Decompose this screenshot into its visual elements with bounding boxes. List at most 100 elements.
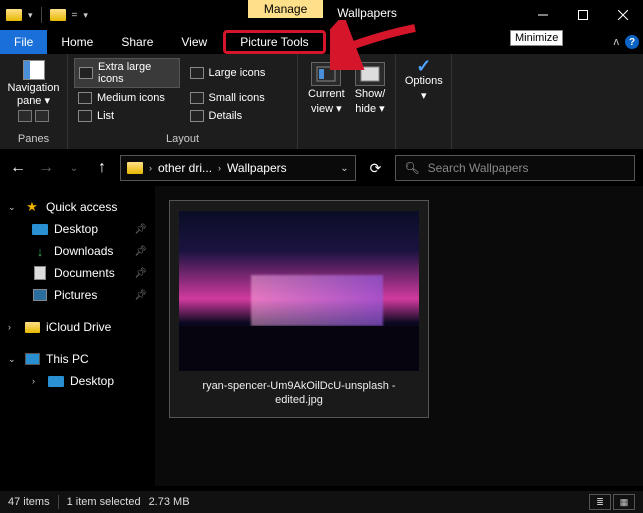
qat-dropdown-icon[interactable]: ▾ — [28, 10, 33, 21]
btn-label: Show/ — [355, 88, 386, 101]
check-icon: ✓ — [416, 60, 431, 73]
breadcrumb-segment[interactable]: other dri... — [158, 161, 212, 175]
tree-item-this-pc[interactable]: ⌄ This PC — [6, 348, 149, 370]
refresh-button[interactable]: ⟳ — [364, 160, 388, 177]
close-button[interactable] — [603, 0, 643, 30]
layout-label: Small icons — [209, 92, 265, 104]
view-tab[interactable]: View — [167, 30, 221, 54]
chevron-down-icon[interactable]: ⌄ — [8, 354, 18, 365]
chevron-right-icon[interactable]: › — [218, 163, 221, 173]
btn-label: Current — [308, 88, 345, 101]
back-button[interactable]: ← — [8, 159, 28, 177]
thumbnails-view-toggle[interactable]: ▦ — [613, 494, 635, 510]
tree-item-desktop[interactable]: Desktop 📌︎ — [6, 218, 149, 240]
chevron-down-icon: ▾ — [45, 95, 51, 107]
pictures-icon — [33, 289, 47, 301]
chevron-right-icon[interactable]: › — [149, 163, 152, 173]
options-button[interactable]: ✓ Options ▾ — [402, 58, 445, 105]
navigation-pane-button[interactable]: Navigationpane ▾ — [6, 58, 61, 108]
folder-icon[interactable] — [6, 9, 22, 21]
tree-item-pictures[interactable]: Pictures 📌︎ — [6, 284, 149, 306]
file-item-selected[interactable]: ryan-spencer-Um9AkOilDcU-unsplash -edite… — [169, 200, 429, 418]
layout-details[interactable]: Details — [186, 108, 292, 124]
download-icon: ↓ — [32, 244, 48, 258]
tree-label: Downloads — [54, 244, 113, 258]
layout-large-icons[interactable]: Large icons — [186, 58, 292, 88]
up-button[interactable]: ↑ — [92, 159, 112, 177]
show-hide-button[interactable]: Show/ hide ▾ — [351, 60, 390, 118]
window-controls — [523, 0, 643, 30]
tree-item-documents[interactable]: Documents 📌︎ — [6, 262, 149, 284]
address-bar[interactable]: › other dri... › Wallpapers ⌄ — [120, 155, 356, 181]
nav-pane-label-1: Navigation — [8, 82, 60, 94]
tree-item-desktop-pc[interactable]: › Desktop — [6, 370, 149, 392]
layout-group: Extra large icons Large icons Medium ico… — [68, 54, 298, 149]
tree-label: Desktop — [70, 374, 114, 388]
layout-icon — [190, 110, 204, 122]
folder-icon[interactable] — [50, 9, 66, 21]
chevron-down-icon[interactable]: ⌄ — [340, 163, 348, 174]
maximize-button[interactable] — [563, 0, 603, 30]
separator — [41, 7, 42, 23]
layout-label: Details — [209, 110, 243, 122]
current-view-button[interactable]: Current view ▾ — [304, 60, 349, 118]
tree-label: Pictures — [54, 288, 97, 302]
minimize-tooltip: Minimize — [510, 30, 563, 46]
minimize-button[interactable] — [523, 0, 563, 30]
chevron-right-icon[interactable]: › — [8, 322, 18, 332]
chevron-down-icon[interactable]: ⌄ — [8, 202, 18, 213]
preview-pane-button[interactable] — [18, 110, 32, 122]
layout-extra-large-icons[interactable]: Extra large icons — [74, 58, 180, 88]
details-view-toggle[interactable]: ≣ — [589, 494, 611, 510]
qat-dropdown-icon[interactable]: ▾ — [83, 10, 88, 21]
breadcrumb-segment[interactable]: Wallpapers — [227, 161, 287, 175]
layout-medium-icons[interactable]: Medium icons — [74, 90, 180, 106]
chevron-down-icon: ▾ — [379, 103, 385, 115]
separator — [58, 495, 59, 509]
btn-label: view — [311, 103, 333, 115]
layout-label: List — [97, 110, 114, 122]
layout-list[interactable]: List — [74, 108, 180, 124]
tree-label: Quick access — [46, 200, 117, 214]
share-tab[interactable]: Share — [107, 30, 167, 54]
desktop-icon — [32, 224, 48, 235]
layout-small-icons[interactable]: Small icons — [186, 90, 292, 106]
tree-label: Documents — [54, 266, 115, 280]
collapse-ribbon-icon[interactable]: ʌ — [614, 36, 620, 48]
tree-label: iCloud Drive — [46, 320, 111, 334]
tree-label: Desktop — [54, 222, 98, 236]
file-tab[interactable]: File — [0, 30, 47, 54]
forward-button[interactable]: → — [36, 159, 56, 177]
navigation-pane-icon — [23, 60, 45, 80]
contextual-tab-manage[interactable]: Manage — [248, 0, 323, 18]
status-bar: 47 items 1 item selected 2.73 MB ≣ ▦ — [0, 491, 643, 513]
search-icon: 🔍︎ — [404, 161, 419, 175]
navigation-bar: ← → ⌄ ↑ › other dri... › Wallpapers ⌄ ⟳ … — [0, 150, 643, 186]
tree-label: This PC — [46, 352, 89, 366]
navigation-tree: ⌄ ★ Quick access Desktop 📌︎ ↓ Downloads … — [0, 186, 155, 486]
tree-item-icloud[interactable]: › iCloud Drive — [6, 316, 149, 338]
help-icon[interactable]: ? — [625, 35, 639, 49]
chevron-down-icon: ▾ — [421, 90, 427, 103]
current-view-group: Current view ▾ Show/ hide ▾ — [298, 54, 396, 149]
search-input[interactable]: 🔍︎ Search Wallpapers — [395, 155, 635, 181]
picture-tools-tab[interactable]: Picture Tools — [223, 30, 325, 54]
chevron-right-icon[interactable]: › — [32, 376, 42, 386]
tree-item-quick-access[interactable]: ⌄ ★ Quick access — [6, 196, 149, 218]
tree-item-downloads[interactable]: ↓ Downloads 📌︎ — [6, 240, 149, 262]
overflow-icon[interactable]: = — [72, 10, 78, 21]
recent-locations-icon[interactable]: ⌄ — [64, 163, 84, 174]
current-view-icon — [311, 62, 341, 86]
status-selected: 1 item selected — [67, 496, 141, 508]
group-label-layout: Layout — [74, 131, 291, 147]
pin-icon: 📌︎ — [134, 268, 147, 279]
ribbon: Navigationpane ▾ Panes Extra large icons… — [0, 54, 643, 150]
group-label-panes: Panes — [6, 131, 61, 147]
star-icon: ★ — [24, 200, 40, 214]
pin-icon: 📌︎ — [134, 224, 147, 235]
show-hide-icon — [355, 62, 385, 86]
file-list[interactable]: ryan-spencer-Um9AkOilDcU-unsplash -edite… — [155, 186, 643, 486]
details-pane-button[interactable] — [35, 110, 49, 122]
home-tab[interactable]: Home — [47, 30, 107, 54]
chevron-down-icon: ▾ — [336, 103, 342, 115]
